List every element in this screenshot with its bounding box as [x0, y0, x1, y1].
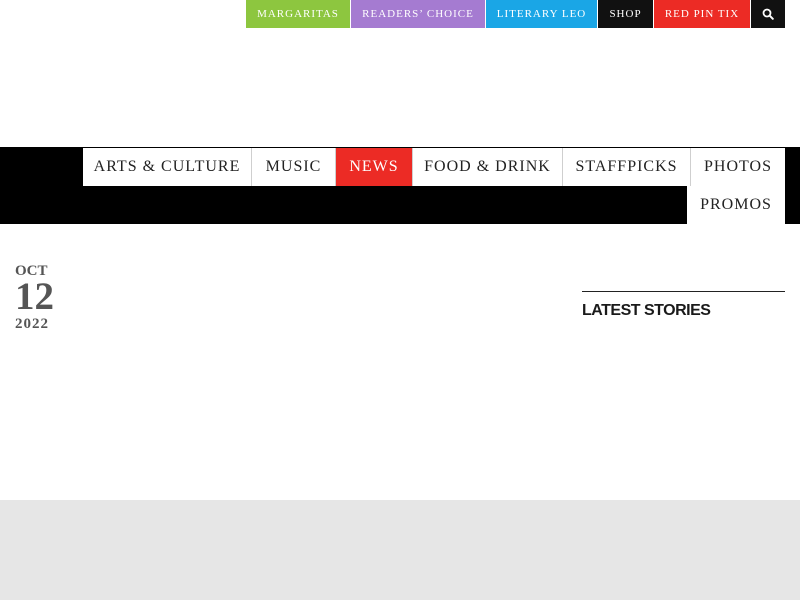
nav-promos[interactable]: PROMOS [687, 186, 785, 224]
nav-music[interactable]: MUSIC [252, 148, 336, 186]
top-link-shop[interactable]: SHOP [598, 0, 654, 28]
footer [0, 500, 800, 600]
nav-photos[interactable]: PHOTOS [691, 148, 785, 186]
nav-staffpicks[interactable]: STAFFPICKS [563, 148, 691, 186]
latest-stories-heading: LATEST STORIES [582, 302, 711, 319]
top-link-literary-leo[interactable]: LITERARY LEO [486, 0, 598, 28]
nav-news[interactable]: NEWS [336, 148, 413, 186]
date-year: 2022 [15, 316, 49, 332]
search-button[interactable] [751, 0, 785, 28]
nav-arts-culture[interactable]: ARTS & CULTURE [83, 148, 252, 186]
page: MARGARITAS READERS’ CHOICE LITERARY LEO … [0, 0, 800, 600]
nav-food-drink[interactable]: FOOD & DRINK [413, 148, 563, 186]
top-utility-bar: MARGARITAS READERS’ CHOICE LITERARY LEO … [246, 0, 785, 28]
top-link-margaritas[interactable]: MARGARITAS [246, 0, 351, 28]
main-navigation: ARTS & CULTURE MUSIC NEWS FOOD & DRINK S… [0, 147, 800, 224]
top-link-red-pin-tix[interactable]: RED PIN TIX [654, 0, 751, 28]
search-icon [762, 8, 774, 20]
date-day: 12 [15, 275, 54, 318]
article-date: OCT 12 2022 [15, 262, 54, 334]
top-link-readers-choice[interactable]: READERS’ CHOICE [351, 0, 486, 28]
sidebar: LATEST STORIES [582, 291, 785, 320]
